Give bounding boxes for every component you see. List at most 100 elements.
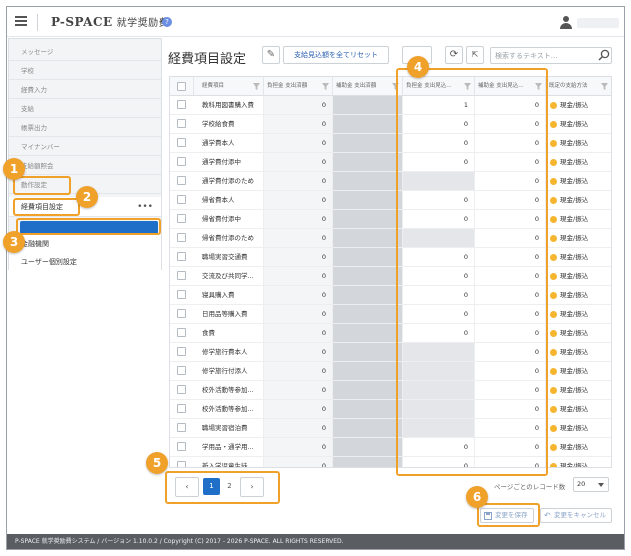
table-cell-c1[interactable]: 0 bbox=[264, 172, 333, 190]
table-cell-method[interactable]: 現金/振込 bbox=[560, 324, 610, 342]
table-cell-c1[interactable]: 0 bbox=[264, 419, 333, 437]
table-cell-method[interactable]: 現金/振込 bbox=[560, 419, 610, 437]
table-cell-c2[interactable] bbox=[333, 248, 403, 266]
row-checkbox[interactable] bbox=[177, 138, 186, 147]
table-cell-c1[interactable]: 0 bbox=[264, 248, 333, 266]
sidebar-item-school[interactable]: 学校 bbox=[9, 62, 161, 80]
row-checkbox[interactable] bbox=[177, 176, 186, 185]
table-cell-method[interactable]: 現金/振込 bbox=[560, 286, 610, 304]
row-checkbox[interactable] bbox=[177, 442, 186, 451]
row-checkbox[interactable] bbox=[177, 328, 186, 337]
help-icon[interactable]: ? bbox=[162, 17, 172, 27]
select-all-checkbox[interactable] bbox=[177, 82, 186, 91]
table-cell-method[interactable]: 現金/振込 bbox=[560, 172, 610, 190]
row-checkbox[interactable] bbox=[177, 233, 186, 242]
table-cell-method[interactable]: 現金/振込 bbox=[560, 362, 610, 380]
table-cell-c1[interactable]: 0 bbox=[264, 115, 333, 133]
table-cell-c1[interactable]: 0 bbox=[264, 381, 333, 399]
table-cell-method[interactable]: 現金/振込 bbox=[560, 267, 610, 285]
edit-button[interactable]: ✎ bbox=[262, 46, 280, 64]
table-cell-c1[interactable]: 0 bbox=[264, 134, 333, 152]
row-checkbox[interactable] bbox=[177, 119, 186, 128]
table-cell-c1[interactable]: 0 bbox=[264, 229, 333, 247]
menu-icon[interactable] bbox=[15, 16, 27, 26]
table-cell-c2[interactable] bbox=[333, 115, 403, 133]
table-cell-c2[interactable] bbox=[333, 96, 403, 114]
row-checkbox[interactable] bbox=[177, 404, 186, 413]
table-cell-method[interactable]: 現金/振込 bbox=[560, 381, 610, 399]
table-cell-c1[interactable]: 0 bbox=[264, 153, 333, 171]
row-checkbox[interactable] bbox=[177, 100, 186, 109]
reset-estimates-button[interactable]: 支給見込額を全てリセット bbox=[283, 46, 389, 64]
table-cell-method[interactable]: 現金/振込 bbox=[560, 115, 610, 133]
sidebar-item-payment-inquiry[interactable]: 支給額照会 bbox=[9, 157, 161, 175]
table-cell-c1[interactable]: 0 bbox=[264, 362, 333, 380]
export-button[interactable]: ⇱ bbox=[466, 46, 484, 64]
more-icon[interactable]: ••• bbox=[137, 197, 153, 217]
table-cell-c1[interactable]: 0 bbox=[264, 324, 333, 342]
row-checkbox[interactable] bbox=[177, 214, 186, 223]
row-checkbox[interactable] bbox=[177, 423, 186, 432]
sidebar-item-mynumber[interactable]: マイナンバー bbox=[9, 138, 161, 156]
table-cell-c1[interactable]: 0 bbox=[264, 210, 333, 228]
table-cell-c1[interactable]: 0 bbox=[264, 400, 333, 418]
sidebar-item-report[interactable]: 帳票出力 bbox=[9, 119, 161, 137]
table-cell-c2[interactable] bbox=[333, 153, 403, 171]
cancel-button[interactable]: ↶ 変更をキャンセル bbox=[540, 508, 612, 523]
sidebar-item-user-settings[interactable]: ユーザー個別設定 bbox=[9, 253, 161, 271]
table-cell-c2[interactable] bbox=[333, 419, 403, 437]
table-cell-c2[interactable] bbox=[333, 457, 403, 467]
sidebar-item-expense-input[interactable]: 経費入力 bbox=[9, 81, 161, 99]
table-cell-c2[interactable] bbox=[333, 210, 403, 228]
row-checkbox[interactable] bbox=[177, 461, 186, 467]
table-cell-c2[interactable] bbox=[333, 229, 403, 247]
filter-icon[interactable] bbox=[601, 83, 608, 90]
table-cell-method[interactable]: 現金/振込 bbox=[560, 210, 610, 228]
sidebar-item-bank[interactable]: 金融機関 bbox=[9, 235, 161, 253]
table-cell-method[interactable]: 現金/振込 bbox=[560, 96, 610, 114]
table-cell-method[interactable]: 現金/振込 bbox=[560, 457, 610, 467]
sidebar-item-message[interactable]: メッセージ bbox=[9, 43, 161, 61]
table-cell-c1[interactable]: 0 bbox=[264, 191, 333, 209]
table-cell-c1[interactable]: 0 bbox=[264, 305, 333, 323]
row-checkbox[interactable] bbox=[177, 271, 186, 280]
table-cell-c2[interactable] bbox=[333, 381, 403, 399]
table-cell-method[interactable]: 現金/振込 bbox=[560, 305, 610, 323]
table-cell-c2[interactable] bbox=[333, 172, 403, 190]
filter-icon[interactable] bbox=[322, 83, 329, 90]
row-checkbox[interactable] bbox=[177, 366, 186, 375]
table-cell-method[interactable]: 現金/振込 bbox=[560, 191, 610, 209]
row-checkbox[interactable] bbox=[177, 157, 186, 166]
row-checkbox[interactable] bbox=[177, 195, 186, 204]
table-cell-c2[interactable] bbox=[333, 191, 403, 209]
table-cell-c1[interactable]: 0 bbox=[264, 438, 333, 456]
row-checkbox[interactable] bbox=[177, 252, 186, 261]
table-cell-c1[interactable]: 0 bbox=[264, 457, 333, 467]
table-cell-c2[interactable] bbox=[333, 324, 403, 342]
refresh-button[interactable]: ⟳ bbox=[445, 46, 463, 64]
table-cell-method[interactable]: 現金/振込 bbox=[560, 248, 610, 266]
row-checkbox[interactable] bbox=[177, 347, 186, 356]
search-icon[interactable] bbox=[598, 49, 610, 61]
table-cell-method[interactable]: 現金/振込 bbox=[560, 134, 610, 152]
table-cell-method[interactable]: 現金/振込 bbox=[560, 229, 610, 247]
table-cell-c2[interactable] bbox=[333, 305, 403, 323]
table-cell-c1[interactable]: 0 bbox=[264, 343, 333, 361]
row-checkbox[interactable] bbox=[177, 309, 186, 318]
column-header-subsidy-paid[interactable]: 補助金 支出済額 bbox=[333, 77, 403, 96]
table-cell-method[interactable]: 現金/振込 bbox=[560, 400, 610, 418]
filter-icon[interactable] bbox=[253, 83, 260, 90]
table-cell-c2[interactable] bbox=[333, 438, 403, 456]
table-cell-c2[interactable] bbox=[333, 134, 403, 152]
table-cell-c2[interactable] bbox=[333, 400, 403, 418]
column-header-burden-paid[interactable]: 負担金 支出済額 bbox=[264, 77, 333, 96]
per-page-select[interactable]: 20 bbox=[573, 477, 609, 492]
user-name[interactable] bbox=[577, 18, 619, 28]
table-cell-c1[interactable]: 0 bbox=[264, 286, 333, 304]
search-input[interactable] bbox=[490, 47, 612, 64]
row-checkbox[interactable] bbox=[177, 290, 186, 299]
table-cell-c2[interactable] bbox=[333, 286, 403, 304]
sidebar-item-payment[interactable]: 支給 bbox=[9, 100, 161, 118]
table-cell-c1[interactable]: 0 bbox=[264, 267, 333, 285]
table-cell-method[interactable]: 現金/振込 bbox=[560, 343, 610, 361]
